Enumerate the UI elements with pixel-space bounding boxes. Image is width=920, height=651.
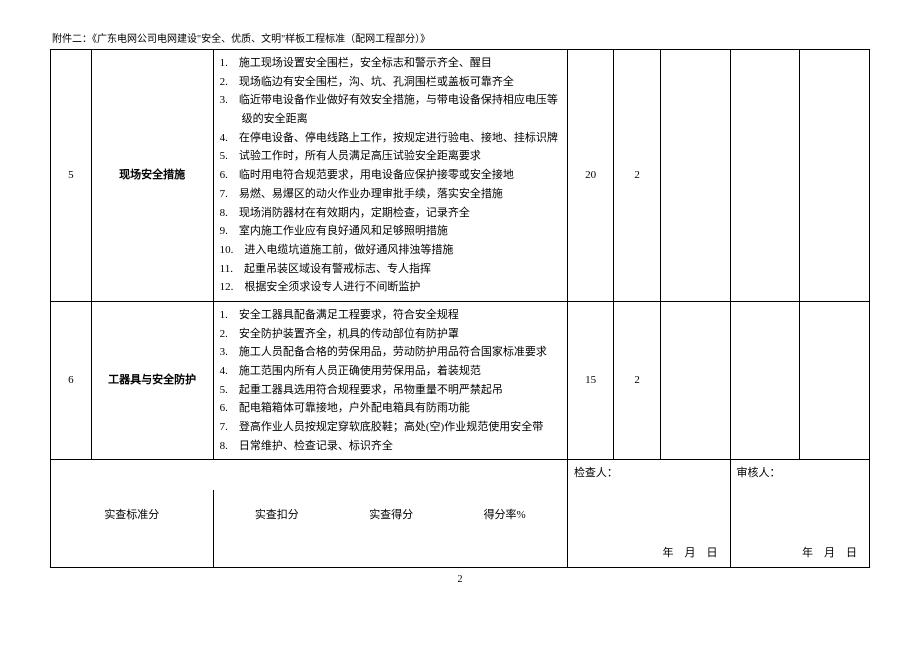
row-index: 5 [51, 50, 92, 302]
blank-cell [660, 50, 730, 302]
list-item: 2. 安全防护装置齐全，机具的传动部位有防护罩 [220, 325, 561, 344]
row-min: 2 [614, 50, 660, 302]
list-item: 6. 临时用电符合规范要求，用电设备应保护接零或安全接地 [220, 166, 561, 185]
row-score: 15 [567, 301, 613, 460]
auditor-date: 年 月 日 [730, 540, 869, 567]
list-item: 1. 施工现场设置安全围栏，安全标志和警示齐全、醒目 [220, 54, 561, 73]
row-title: 工器具与安全防护 [91, 301, 213, 460]
row-score: 20 [567, 50, 613, 302]
blank-cell [660, 301, 730, 460]
signature-row: 检查人： 审核人： [51, 460, 870, 490]
row-index: 6 [51, 301, 92, 460]
list-item: 10. 进入电缆坑道施工前，做好通风排浊等措施 [220, 241, 561, 260]
doc-header: 附件二：《广东电网公司电网建设"安全、优质、文明"样板工程标准（配网工程部分）》 [50, 30, 870, 45]
row-title: 现场安全措施 [91, 50, 213, 302]
page-number: 2 [50, 574, 870, 585]
row-min: 2 [614, 301, 660, 460]
standards-table: 5现场安全措施1. 施工现场设置安全围栏，安全标志和警示齐全、醒目2. 现场临边… [50, 49, 870, 568]
list-item: 3. 施工人员配备合格的劳保用品，劳动防护用品符合国家标准要求 [220, 343, 561, 362]
inspector-date: 年 月 日 [567, 540, 730, 567]
list-item: 4. 施工范围内所有人员正确使用劳保用品，着装规范 [220, 362, 561, 381]
list-item: 12. 根据安全须求设专人进行不间断监护 [220, 278, 561, 297]
std-score-label: 实查标准分 [51, 490, 214, 540]
list-item: 4. 在停电设备、停电线路上工作，按规定进行验电、接地、挂标识牌 [220, 129, 561, 148]
row-description: 1. 施工现场设置安全围栏，安全标志和警示齐全、醒目2. 现场临边有安全围栏，沟… [213, 50, 567, 302]
table-row: 6工器具与安全防护1. 安全工器具配备满足工程要求，符合安全规程2. 安全防护装… [51, 301, 870, 460]
list-item: 1. 安全工器具配备满足工程要求，符合安全规程 [220, 306, 561, 325]
row-description: 1. 安全工器具配备满足工程要求，符合安全规程2. 安全防护装置齐全，机具的传动… [213, 301, 567, 460]
summary-row: 实查标准分 实查扣分 实查得分 得分率% [51, 490, 870, 540]
blank-cell [800, 301, 870, 460]
blank-cell [730, 50, 800, 302]
list-item: 7. 易燃、易爆区的动火作业办理审批手续，落实安全措施 [220, 185, 561, 204]
list-item: 8. 日常维护、检查记录、标识齐全 [220, 437, 561, 456]
got-label: 实查得分 [369, 506, 413, 525]
list-item: 5. 试验工作时，所有人员满足高压试验安全距离要求 [220, 147, 561, 166]
list-item: 7. 登高作业人员按规定穿软底胶鞋；高处(空)作业规范使用安全带 [220, 418, 561, 437]
list-item: 2. 现场临边有安全围栏，沟、坑、孔洞围栏或盖板可靠齐全 [220, 73, 561, 92]
list-item: 6. 配电箱箱体可靠接地，户外配电箱具有防雨功能 [220, 399, 561, 418]
blank-cell [730, 301, 800, 460]
list-item: 9. 室内施工作业应有良好通风和足够照明措施 [220, 222, 561, 241]
list-item: 5. 起重工器具选用符合规程要求，吊物重量不明严禁起吊 [220, 381, 561, 400]
inspector-cell: 检查人： [567, 460, 730, 490]
list-item: 11. 起重吊装区域设有警戒标志、专人指挥 [220, 260, 561, 279]
rate-label: 得分率% [484, 506, 526, 525]
list-item: 3. 临近带电设备作业做好有效安全措施，与带电设备保持相应电压等级的安全距离 [220, 91, 561, 128]
blank-cell [800, 50, 870, 302]
auditor-cell: 审核人： [730, 460, 869, 490]
table-row: 5现场安全措施1. 施工现场设置安全围栏，安全标志和警示齐全、醒目2. 现场临边… [51, 50, 870, 302]
deduct-label: 实查扣分 [255, 506, 299, 525]
list-item: 8. 现场消防器材在有效期内，定期检查，记录齐全 [220, 204, 561, 223]
date-row: 年 月 日 年 月 日 [51, 540, 870, 567]
